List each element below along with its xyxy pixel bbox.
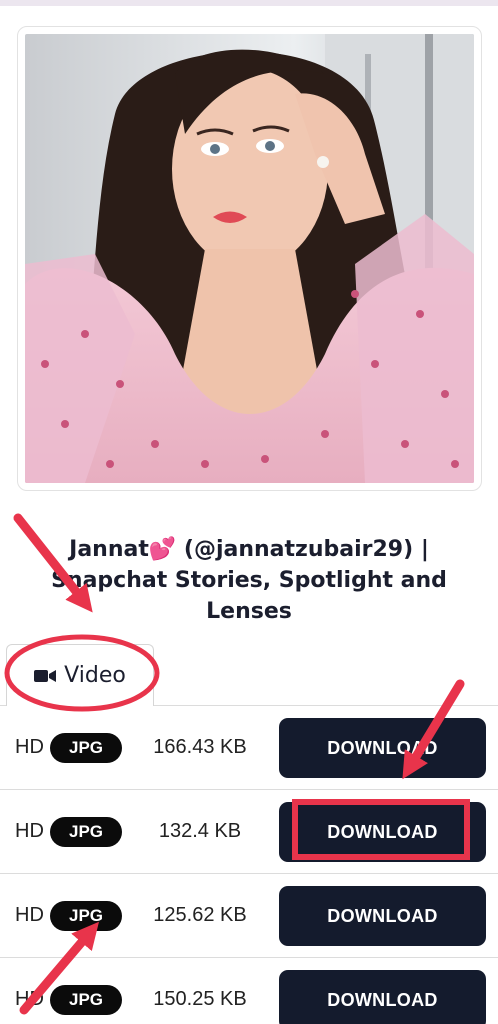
download-row: HD JPG 132.4 KB DOWNLOAD — [0, 790, 498, 874]
profile-photo[interactable] — [25, 34, 474, 483]
tab-bar: Video — [0, 640, 498, 706]
top-strip — [0, 0, 498, 6]
format-badge: JPG — [50, 901, 122, 931]
download-row: HD JPG 125.62 KB DOWNLOAD — [0, 874, 498, 958]
tab-video-label: Video — [64, 663, 126, 688]
quality-label: HD — [15, 988, 44, 1010]
format-badge: JPG — [50, 733, 122, 763]
quality-label: HD — [15, 904, 44, 926]
format-badge: JPG — [50, 817, 122, 847]
download-row: HD JPG 166.43 KB DOWNLOAD — [0, 706, 498, 790]
download-button[interactable]: DOWNLOAD — [279, 886, 486, 946]
file-size: 150.25 KB — [153, 988, 247, 1010]
download-button[interactable]: DOWNLOAD — [279, 970, 486, 1024]
file-size: 125.62 KB — [153, 904, 247, 926]
format-badge: JPG — [50, 985, 122, 1015]
download-row: HD JPG 150.25 KB DOWNLOAD — [0, 958, 498, 1024]
profile-photo-card — [17, 26, 482, 491]
download-button[interactable]: DOWNLOAD — [279, 802, 486, 862]
file-size: 132.4 KB — [158, 820, 242, 842]
tab-video[interactable]: Video — [6, 644, 154, 706]
photo-illustration — [25, 34, 474, 483]
video-camera-icon — [34, 669, 57, 682]
download-button[interactable]: DOWNLOAD — [279, 718, 486, 778]
quality-label: HD — [15, 820, 44, 842]
quality-label: HD — [15, 736, 44, 758]
file-size: 166.43 KB — [153, 736, 247, 758]
page-title: Jannat💕 (@jannatzubair29) | Snapchat Sto… — [51, 537, 447, 624]
